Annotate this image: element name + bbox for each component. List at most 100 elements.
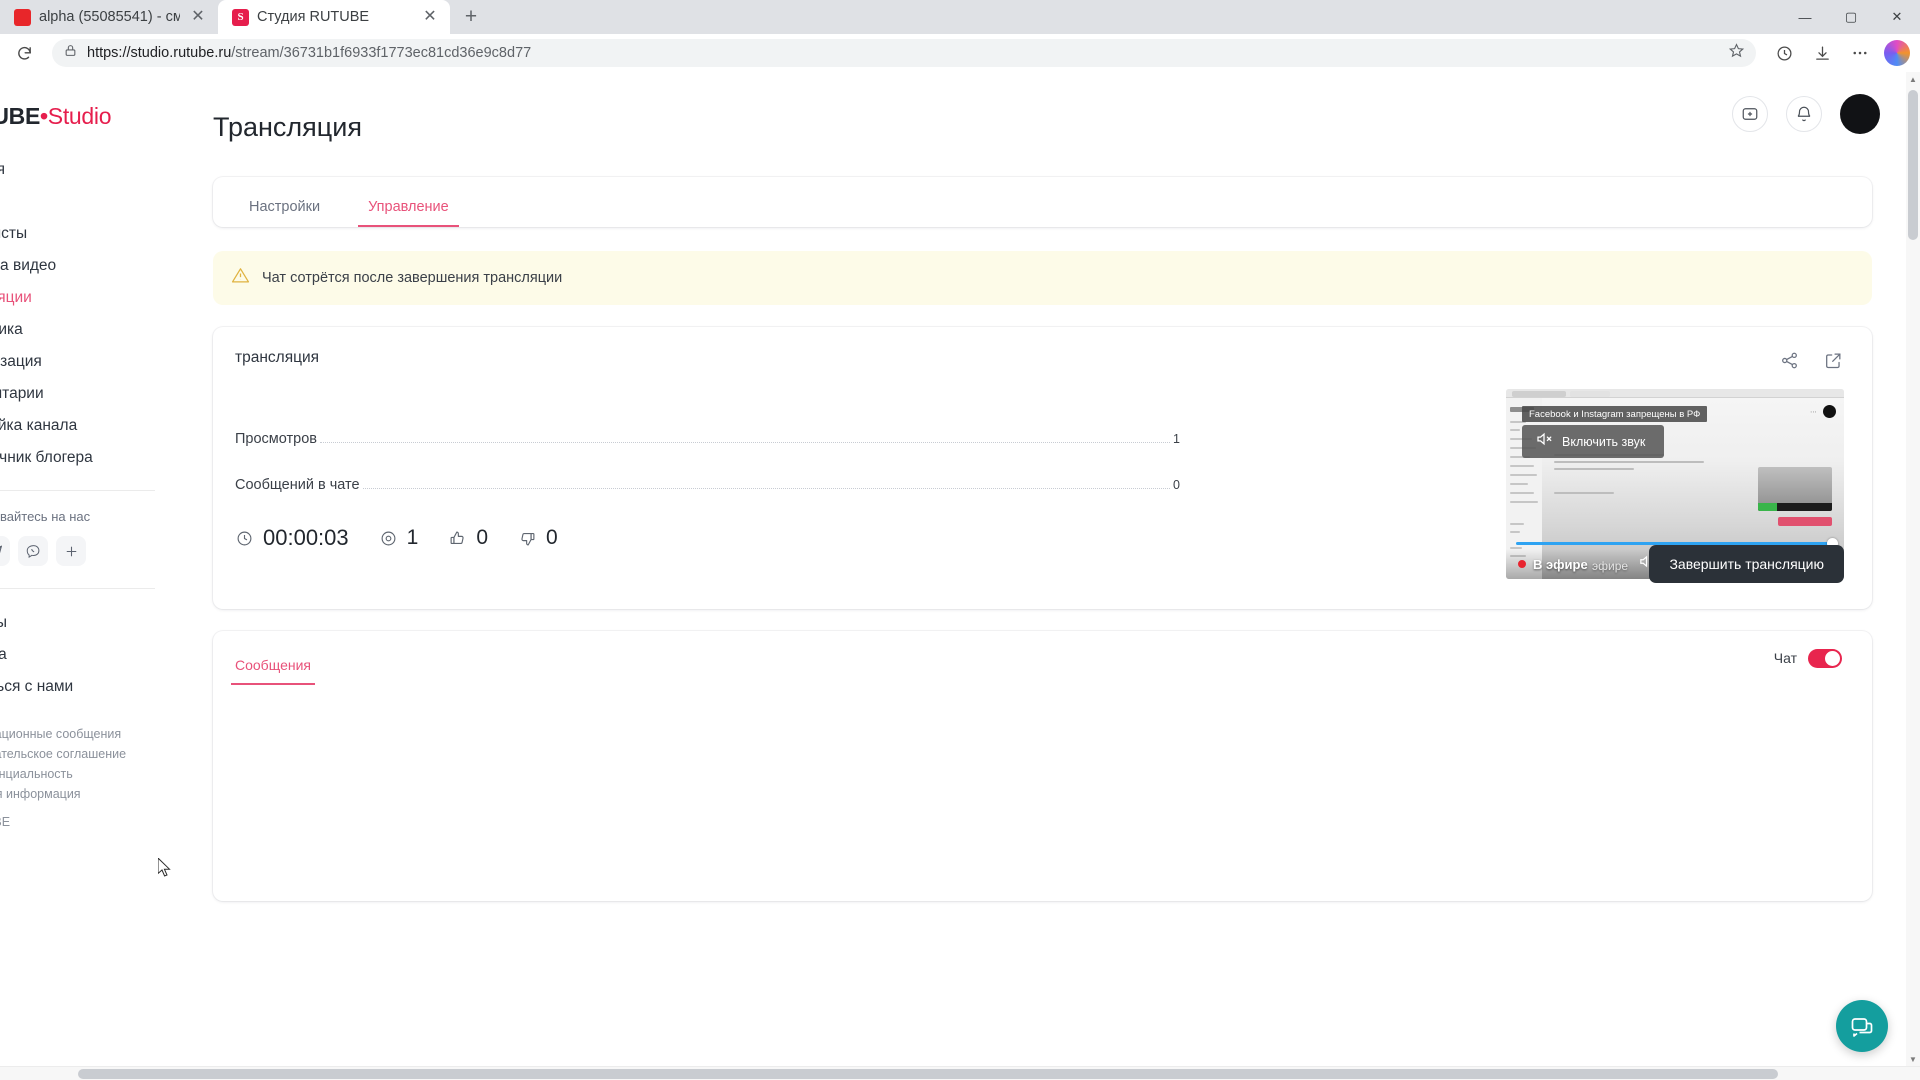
more-social-icon[interactable] [56,536,86,566]
dislikes-value: 0 [546,526,558,549]
stream-card: трансляция ⋯ Facebook и Instagram запрещ… [213,327,1872,609]
vertical-scrollbar[interactable]: ▲ ▼ [1906,72,1920,1080]
chat-card: Сообщения Чат [213,631,1872,901]
header-actions [1732,94,1880,134]
unmute-button[interactable]: Включить звук [1522,425,1664,458]
nested-red-button [1778,517,1832,526]
horizontal-scroll-thumb[interactable] [78,1069,1778,1079]
sidebar-divider-2 [0,588,155,589]
history-icon[interactable] [1770,39,1798,67]
sidebar-item-home[interactable]: Главная [0,154,173,186]
rutube-icon: S [232,8,249,26]
reload-icon[interactable] [10,39,38,67]
nested-tab-2 [1570,390,1610,397]
stream-name: трансляция [235,349,320,366]
fb-instagram-banner: Facebook и Instagram запрещены в РФ [1522,406,1708,422]
window-controls: — ▢ ✕ [1782,0,1920,34]
likes-value: 0 [476,526,489,549]
warning-triangle-icon [231,266,250,290]
footer-link-legal-info[interactable]: Правовая информация [0,787,173,801]
viewers-value: 1 [406,526,419,549]
sidebar-item-videos[interactable]: Видео [0,186,173,218]
close-icon[interactable]: ✕ [188,7,208,27]
unmute-label: Включить звук [1562,434,1646,449]
nested-more-icon: ⋯ [1810,409,1818,416]
sidebar-item-monetization[interactable]: Монетизация [0,346,173,378]
sidebar-item-playlists[interactable]: Плейлисты [0,218,173,250]
logo-rutube-text: RUTUBE [0,102,41,129]
horizontal-scrollbar[interactable] [0,1066,1920,1080]
close-window-button[interactable]: ✕ [1874,0,1920,34]
tab-messages[interactable]: Сообщения [231,631,315,685]
dotted-leader [362,488,1171,489]
sidebar-nav: Главная Видео Плейлисты Загрузка видео Т… [0,154,173,474]
chat-header: Сообщения Чат [213,631,1872,685]
sidebar-item-blogger-guide[interactable]: Справочник блогера [0,442,173,474]
video-icon [14,8,31,26]
live-indicator: В эфире [1518,557,1588,572]
more-icon[interactable] [1846,39,1874,67]
create-video-icon[interactable] [1732,96,1768,132]
nested-avatar [1823,405,1836,418]
sidebar-item-upload[interactable]: Загрузка видео [0,250,173,282]
new-tab-button[interactable]: + [456,2,486,32]
chat-toggle-switch[interactable] [1808,648,1842,668]
vertical-scroll-thumb[interactable] [1908,90,1918,240]
telegram-icon[interactable] [0,536,10,566]
close-icon[interactable]: ✕ [420,7,440,27]
sidebar-item-contact-us[interactable]: Связаться с нами [0,671,173,703]
downloads-icon[interactable] [1808,39,1836,67]
sidebar-item-complaints[interactable]: Жалобы [0,607,173,639]
url-text: https://studio.rutube.ru/stream/36731b1f… [87,45,532,61]
live-label-ghost: эфире [1592,559,1629,573]
nested-video-thumbnail [1758,467,1832,511]
warning-text: Чат сотрётся после завершения трансляции [262,270,563,286]
page-content: RUTUBE•Studio Главная Видео Плейлисты За… [0,72,1920,1080]
rutube-studio-logo[interactable]: RUTUBE•Studio [0,94,173,138]
share-icon[interactable] [1778,349,1800,371]
clock-icon [235,529,254,548]
sidebar-item-help[interactable]: Справка [0,639,173,671]
copilot-icon[interactable] [1884,40,1910,66]
lock-icon [64,44,77,62]
support-chat-icon[interactable] [1836,1000,1888,1052]
notifications-bell-icon[interactable] [1786,96,1822,132]
footer-link-privacy[interactable]: Конфиденциальность [0,767,173,781]
maximize-button[interactable]: ▢ [1828,0,1874,34]
favorite-star-icon[interactable] [1728,43,1745,63]
tab-settings[interactable]: Настройки [245,177,324,227]
avatar[interactable] [1840,94,1880,134]
footer-link-info-messages[interactable]: Информационные сообщения [0,727,173,741]
minimize-button[interactable]: — [1782,0,1828,34]
stream-stats-list: Просмотров 1 Сообщений в чате 0 [235,431,1180,493]
main-content: Трансляция Настройки Управление Чат сотр… [173,72,1920,1080]
open-external-icon[interactable] [1822,349,1844,371]
sidebar-item-analytics[interactable]: Аналитика [0,314,173,346]
thumb-down-icon [518,529,537,548]
nested-tab-1 [1512,390,1566,397]
viber-icon[interactable] [18,536,48,566]
address-bar[interactable]: https://studio.rutube.ru/stream/36731b1f… [52,39,1756,67]
logo-dot: • [40,102,48,129]
copyright-text: © RUTUBE [0,815,11,829]
chat-toggle-label: Чат [1773,650,1797,666]
browser-tab-2[interactable]: S Студия RUTUBE ✕ [218,0,450,34]
stat-value: 0 [1173,478,1180,492]
sidebar-item-channel-settings[interactable]: Настройка канала [0,410,173,442]
scroll-up-arrow[interactable]: ▲ [1906,72,1920,86]
stream-card-actions [1778,349,1844,371]
stream-tabs: Настройки Управление [213,177,1872,227]
thumb-up-icon [448,529,467,548]
footer-link-user-agreement[interactable]: Пользовательское соглашение [0,747,173,761]
sidebar-item-comments[interactable]: Комментарии [0,378,173,410]
toggle-knob [1825,650,1840,666]
metric-likes: 0 [448,526,488,550]
stat-label: Сообщений в чате [235,477,360,493]
sidebar-item-streams[interactable]: Трансляции [0,282,173,314]
scroll-down-arrow[interactable]: ▼ [1906,1052,1920,1066]
browser-tab-1[interactable]: alpha (55085541) - смотреть он… ✕ [0,0,218,34]
sidebar-footer-links: Информационные сообщения Пользовательско… [0,703,173,801]
mouse-cursor [157,856,172,878]
tab-management[interactable]: Управление [358,177,459,227]
end-stream-button[interactable]: Завершить трансляцию [1649,545,1844,583]
